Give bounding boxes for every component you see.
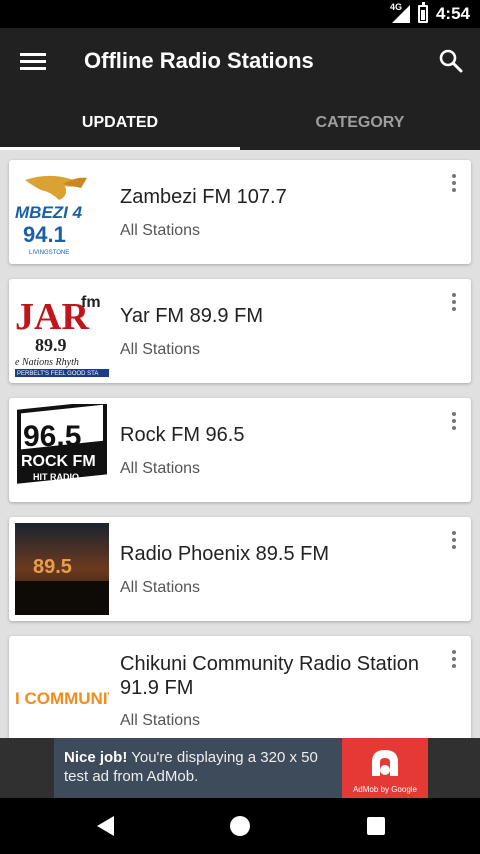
- station-logo-yar: JAR fm 89.9 e Nations Rhyth PERBELT'S FE…: [15, 285, 109, 377]
- station-name: Rock FM 96.5: [120, 424, 245, 446]
- station-category: All Stations: [120, 460, 201, 477]
- tab-category[interactable]: CATEGORY: [240, 108, 480, 150]
- ad-content[interactable]: Nice job! You're displaying a 320 x 50 t…: [54, 738, 428, 798]
- admob-icon: [372, 750, 398, 776]
- logo-text: fm: [81, 294, 101, 311]
- more-options-icon[interactable]: [451, 650, 457, 670]
- logo-text: JAR: [15, 296, 89, 338]
- station-card-yar[interactable]: JAR fm 89.9 e Nations Rhyth PERBELT'S FE…: [9, 279, 471, 383]
- page-title: Offline Radio Stations: [84, 48, 314, 73]
- station-logo-chikuni: I COMMUNIT: [15, 642, 109, 734]
- station-card-rock[interactable]: 96.5 ROCK FM HIT RADIO Rock FM 96.5 All …: [9, 398, 471, 502]
- logo-text: PERBELT'S FEEL GOOD STA: [17, 371, 98, 377]
- menu-icon[interactable]: [20, 50, 46, 74]
- ad-text: Nice job! You're displaying a 320 x 50 t…: [64, 748, 344, 786]
- station-name: Yar FM 89.9 FM: [120, 305, 263, 327]
- admob-brand: AdMob by Google: [352, 785, 418, 794]
- tab-bar: UPDATED CATEGORY: [0, 108, 480, 150]
- station-list[interactable]: MBEZI 4 94.1 LIVINGSTONE Zambezi FM 107.…: [0, 150, 480, 738]
- tab-updated-label: UPDATED: [81, 114, 159, 131]
- status-time: 4:54: [435, 4, 470, 23]
- station-category: All Stations: [120, 222, 201, 239]
- status-icons: 4G 4:54: [389, 2, 470, 24]
- home-icon[interactable]: [228, 814, 252, 838]
- more-options-icon[interactable]: [451, 531, 457, 551]
- logo-text: LIVINGSTONE: [29, 250, 69, 256]
- ad-banner[interactable]: Nice job! You're displaying a 320 x 50 t…: [0, 738, 480, 798]
- tab-category-label: CATEGORY: [315, 114, 405, 131]
- station-category: All Stations: [120, 341, 201, 358]
- admob-logo: AdMob by Google: [342, 738, 428, 798]
- logo-text: I COMMUNIT: [15, 689, 109, 708]
- logo-text: 89.9: [35, 335, 67, 355]
- station-card-phoenix[interactable]: 89.5 Radio Phoenix 89.5 FM All Stations: [9, 517, 471, 621]
- station-category: All Stations: [120, 579, 201, 596]
- logo-text: 96.5: [23, 420, 81, 453]
- battery-icon: [417, 2, 428, 23]
- logo-text: 89.5: [33, 556, 72, 578]
- station-name: Zambezi FM 107.7: [120, 186, 287, 208]
- search-icon[interactable]: [438, 48, 464, 74]
- station-name: Radio Phoenix 89.5 FM: [120, 543, 330, 565]
- logo-text: 94.1: [23, 222, 66, 247]
- more-options-icon[interactable]: [451, 412, 457, 432]
- logo-text: ROCK FM: [21, 453, 96, 470]
- logo-text: MBEZI 4: [15, 203, 83, 222]
- status-bar: 4G 4:54: [0, 0, 480, 28]
- network-type: 4G: [389, 2, 402, 12]
- navigation-bar: [0, 798, 480, 854]
- station-name: Chikuni Community Radio Station 91.9 FM: [120, 653, 420, 699]
- logo-text: HIT RADIO: [33, 472, 79, 482]
- signal-icon: 4G: [389, 2, 410, 23]
- more-options-icon[interactable]: [451, 293, 457, 313]
- station-logo-phoenix: 89.5: [15, 523, 109, 615]
- station-card-zambezi[interactable]: MBEZI 4 94.1 LIVINGSTONE Zambezi FM 107.…: [9, 160, 471, 264]
- recents-icon[interactable]: [364, 814, 388, 838]
- station-logo-zambezi: MBEZI 4 94.1 LIVINGSTONE: [15, 166, 109, 258]
- station-card-chikuni[interactable]: I COMMUNIT Chikuni Community Radio Stati…: [9, 636, 471, 738]
- logo-text: e Nations Rhyth: [15, 357, 79, 368]
- more-options-icon[interactable]: [451, 174, 457, 194]
- back-icon[interactable]: [94, 814, 118, 838]
- ad-text-bold: Nice job!: [64, 749, 128, 766]
- app-bar: Offline Radio Stations UPDATED CATEGORY: [0, 28, 480, 150]
- station-category: All Stations: [120, 712, 201, 729]
- station-logo-rock: 96.5 ROCK FM HIT RADIO: [15, 404, 109, 496]
- tab-updated[interactable]: UPDATED: [0, 108, 240, 150]
